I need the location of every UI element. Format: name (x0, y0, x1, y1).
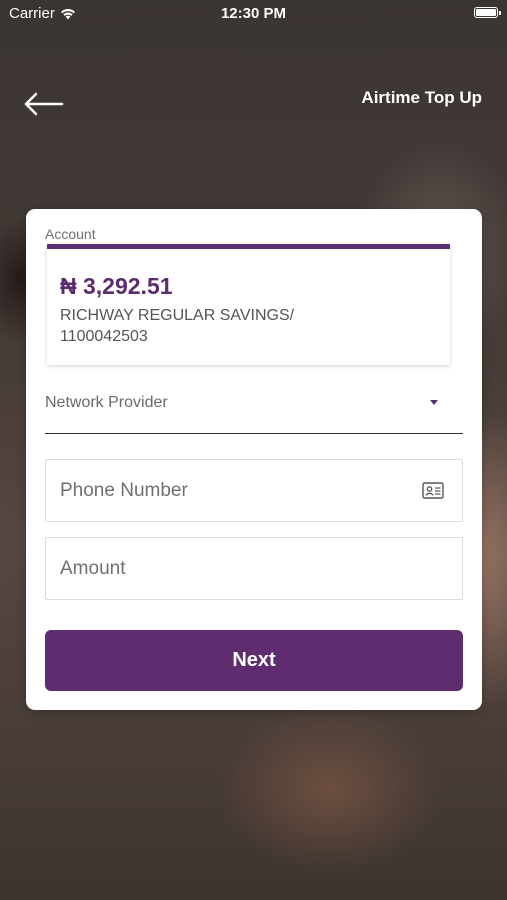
contact-card-icon[interactable] (422, 482, 444, 499)
topup-form-card: Account ₦ 3,292.51 RICHWAY REGULAR SAVIN… (26, 209, 482, 710)
status-bar: Carrier 12:30 PM (0, 0, 507, 28)
status-time: 12:30 PM (220, 5, 287, 22)
back-button[interactable] (22, 88, 66, 120)
amount-input[interactable] (46, 538, 462, 599)
network-provider-select[interactable]: Network Provider (45, 383, 463, 434)
page-title: Airtime Top Up (361, 88, 482, 107)
account-label: Account (45, 226, 96, 242)
account-balance: ₦ 3,292.51 (60, 273, 173, 299)
phone-number-input[interactable] (46, 460, 462, 521)
back-arrow-icon (24, 92, 64, 116)
network-provider-label: Network Provider (45, 394, 168, 411)
amount-field[interactable] (45, 537, 463, 600)
phone-number-field[interactable] (45, 459, 463, 522)
account-name: RICHWAY REGULAR SAVINGS/ 1100042503 (60, 307, 295, 345)
dropdown-caret-icon (430, 400, 438, 405)
battery-icon (474, 7, 501, 18)
account-selector[interactable]: ₦ 3,292.51 RICHWAY REGULAR SAVINGS/ 1100… (47, 244, 450, 365)
next-button[interactable]: Next (45, 630, 463, 691)
